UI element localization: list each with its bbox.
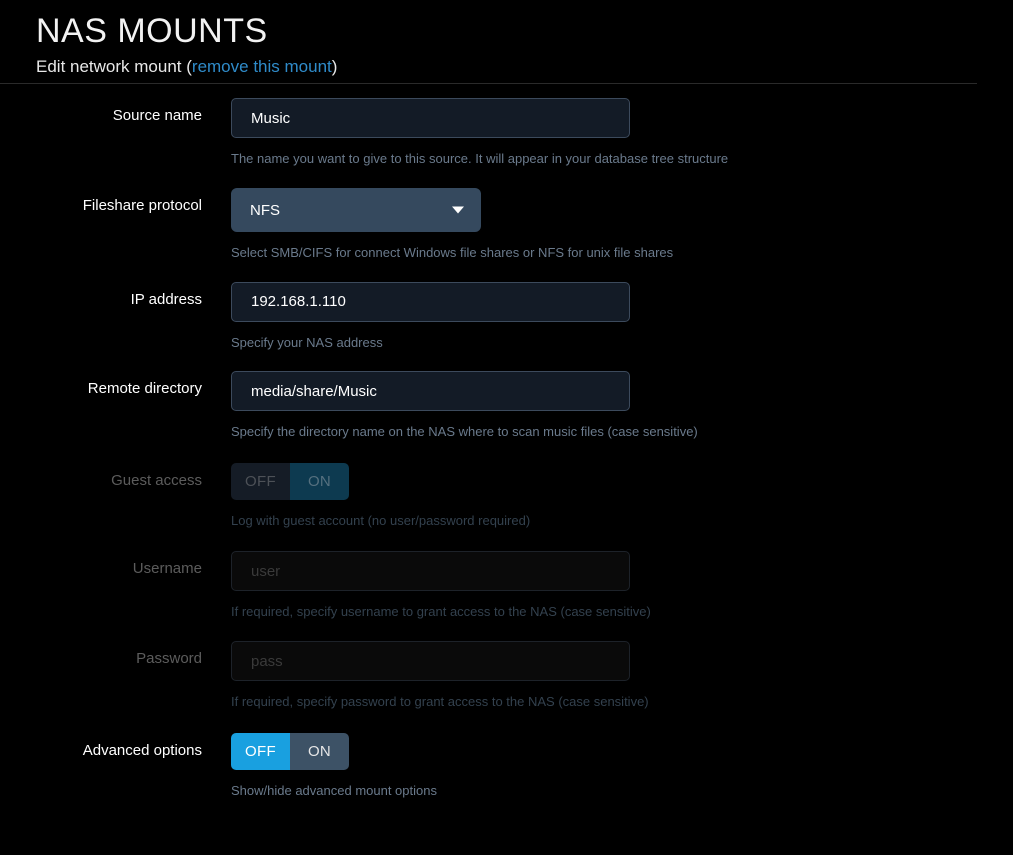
fileshare-protocol-hint: Select SMB/CIFS for connect Windows file… [231,245,674,261]
field-row-source-name: Source name The name you want to give to… [0,98,1013,167]
ip-address-input[interactable] [231,281,630,322]
subtitle-prefix: Edit network mount ( [36,57,192,77]
field-row-advanced-options: Advanced options OFF ON Show/hide advanc… [0,732,1013,799]
page-header: NAS MOUNTS Edit network mount (remove th… [0,0,1013,77]
field-row-remote-directory: Remote directory Specify the directory n… [0,371,1013,440]
field-row-password: Password If required, specify password t… [0,641,1013,710]
subtitle-suffix: ) [331,57,338,77]
guest-access-toggle-on: ON [290,462,349,500]
guest-access-hint: Log with guest account (no user/password… [231,512,531,528]
fileshare-protocol-select[interactable]: NFS [231,188,481,233]
ip-address-label: IP address [130,290,202,308]
nas-mounts-page: NAS MOUNTS Edit network mount (remove th… [0,0,1013,855]
remote-directory-input[interactable] [231,371,630,412]
source-name-label: Source name [112,107,202,125]
nas-mount-form: Source name The name you want to give to… [0,98,1013,798]
guest-access-toggle-off: OFF [231,462,290,500]
guest-access-toggle: OFF ON [231,462,349,500]
password-label: Password [136,650,202,668]
password-input [231,641,630,682]
advanced-options-toggle-on[interactable]: ON [290,732,349,770]
advanced-options-hint: Show/hide advanced mount options [231,782,437,798]
advanced-options-label: Advanced options [82,741,202,759]
field-row-ip-address: IP address Specify your NAS address [0,281,1013,351]
username-input [231,551,630,592]
page-title: NAS MOUNTS [36,12,268,50]
field-row-fileshare-protocol: Fileshare protocol NFS Select SMB/CIFS f… [0,188,1013,261]
fileshare-protocol-select-wrapper: NFS [231,188,481,233]
header-divider [0,83,977,85]
page-subtitle: Edit network mount (remove this mount) [36,57,1013,77]
fileshare-protocol-label: Fileshare protocol [82,197,202,215]
source-name-input[interactable] [231,98,630,139]
source-name-hint: The name you want to give to this source… [231,151,729,167]
username-label: Username [132,560,202,578]
username-hint: If required, specify username to grant a… [231,604,651,620]
fileshare-protocol-value: NFS [250,201,280,219]
remote-directory-label: Remote directory [87,380,202,398]
remote-directory-hint: Specify the directory name on the NAS wh… [231,424,698,440]
field-row-username: Username If required, specify username t… [0,551,1013,620]
remove-this-mount-link[interactable]: remove this mount [192,57,332,76]
advanced-options-toggle-off[interactable]: OFF [231,732,290,770]
guest-access-label: Guest access [111,471,202,489]
password-hint: If required, specify password to grant a… [231,694,649,710]
advanced-options-toggle[interactable]: OFF ON [231,732,349,770]
ip-address-hint: Specify your NAS address [231,334,383,350]
field-row-guest-access: Guest access OFF ON Log with guest accou… [0,462,1013,529]
